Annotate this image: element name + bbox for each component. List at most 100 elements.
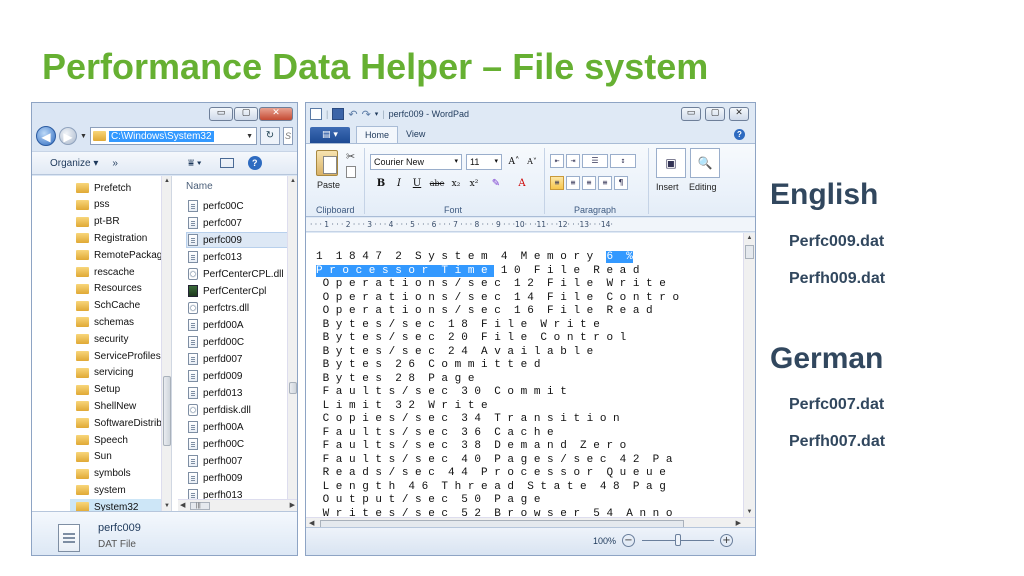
file-list-item[interactable]: perfh00A (188, 419, 297, 435)
scroll-left-icon[interactable]: ◀ (180, 501, 185, 509)
document-line[interactable]: F a u l t s / s e c 4 0 P a g e s / s e … (316, 454, 679, 468)
file-list-item[interactable]: perfd009 (188, 368, 297, 384)
ruler[interactable]: · · · 1 · · · 2 · · · 3 · · · 4 · · · 5 … (306, 218, 755, 232)
undo-icon[interactable]: ↶ (348, 108, 357, 121)
document-line[interactable]: B y t e s 2 8 P a g e (316, 373, 679, 387)
document-area[interactable]: 1 1 8 4 7 2 S y s t e m 4 M e m o r y 6 … (306, 233, 743, 517)
grow-font-button[interactable]: A˄ (506, 154, 522, 170)
document-line[interactable]: W r i t e s / s e c 5 2 B r o w s e r 5 … (316, 508, 679, 518)
forward-arrow-icon[interactable]: ▶ (59, 127, 77, 145)
document-line[interactable]: 1 1 8 4 7 2 S y s t e m 4 M e m o r y 6 … (316, 251, 679, 265)
document-line[interactable]: O u t p u t / s e c 5 0 P a g e (316, 494, 679, 508)
underline-button[interactable]: U (410, 176, 424, 192)
help-icon[interactable]: ? (247, 156, 262, 170)
sidebar-item-serviceprofiles[interactable]: ServiceProfiles (76, 348, 161, 364)
sidebar-item-pss[interactable]: pss (76, 197, 110, 213)
document-line[interactable]: R e a d s / s e c 4 4 P r o c e s s o r … (316, 467, 679, 481)
sidebar-item-servicing[interactable]: servicing (76, 365, 133, 381)
scroll-thumb[interactable] (745, 245, 754, 259)
document-line[interactable]: F a u l t s / s e c 3 8 D e m a n d Z e … (316, 440, 679, 454)
document-line[interactable]: O p e r a t i o n s / s e c 1 4 F i l e … (316, 292, 679, 306)
scroll-up-icon[interactable]: ▲ (162, 178, 171, 184)
document-line[interactable]: B y t e s / s e c 2 4 A v a i l a b l e (316, 346, 679, 360)
minimize-button[interactable]: ▭ (681, 107, 701, 121)
scroll-down-icon[interactable]: ▼ (744, 509, 755, 515)
close-button[interactable]: ✕ (729, 107, 749, 121)
sidebar-item-remotepackage[interactable]: RemotePackage (76, 247, 168, 263)
sidebar-item-registration[interactable]: Registration (76, 230, 147, 246)
zoom-out-button[interactable]: − (622, 534, 635, 547)
scroll-down-icon[interactable]: ▼ (162, 503, 171, 509)
scroll-up-icon[interactable]: ▲ (744, 235, 755, 241)
file-list-item[interactable]: perfh00C (188, 436, 297, 452)
maximize-button[interactable]: ▢ (234, 107, 258, 121)
shrink-font-button[interactable]: A˅ (524, 154, 540, 170)
strikethrough-button[interactable]: abe (428, 176, 446, 192)
document-text[interactable]: 1 1 8 4 7 2 S y s t e m 4 M e m o r y 6 … (316, 251, 679, 517)
paste-button[interactable]: Paste (317, 180, 340, 190)
application-menu-button[interactable]: ▤ ▾ (310, 127, 350, 143)
document-line[interactable]: P r o c e s s o r T i m e 1 0 F i l e R … (316, 264, 679, 279)
sidebar-item-setup[interactable]: Setup (76, 382, 120, 398)
decrease-indent-button[interactable]: ⇤ (550, 154, 564, 168)
scroll-thumb[interactable]: ||| (190, 502, 210, 510)
cut-icon[interactable]: ✂ (346, 150, 355, 163)
sidebar-item-security[interactable]: security (76, 331, 128, 347)
superscript-button[interactable]: x² (466, 176, 482, 192)
sidebar-item-shellnew[interactable]: ShellNew (76, 398, 136, 414)
refresh-icon[interactable]: ↻ (260, 127, 280, 145)
zoom-slider-thumb[interactable] (675, 534, 681, 546)
font-size-select[interactable]: 11 ▾ (466, 154, 502, 170)
font-color-button[interactable]: A (510, 176, 534, 192)
file-list-item[interactable]: perfh007 (188, 453, 297, 469)
zoom-in-button[interactable]: + (720, 534, 733, 547)
address-chevron-down-icon[interactable]: ▼ (246, 133, 253, 140)
scroll-thumb[interactable] (163, 376, 171, 446)
document-line[interactable]: B y t e s / s e c 2 0 F i l e C o n t r … (316, 332, 679, 346)
file-list-scrollbar[interactable]: ▲ ▼ (287, 176, 297, 511)
scroll-right-icon[interactable]: ▶ (290, 501, 295, 509)
editing-button[interactable]: Editing (689, 182, 717, 192)
save-icon[interactable] (332, 108, 345, 120)
document-line[interactable]: O p e r a t i o n s / s e c 1 2 F i l e … (316, 278, 679, 292)
sidebar-item-resources[interactable]: Resources (76, 281, 142, 297)
subscript-button[interactable]: x₂ (448, 176, 464, 192)
file-list-item[interactable]: perfc009 (186, 232, 296, 248)
document-vertical-scrollbar[interactable]: ▲ ▼ (743, 233, 755, 517)
line-spacing-button[interactable]: ↕ (610, 154, 636, 168)
scroll-right-icon[interactable]: ▶ (736, 519, 741, 527)
font-family-select[interactable]: Courier New ▾ (370, 154, 462, 170)
scroll-up-icon[interactable]: ▲ (288, 178, 297, 184)
search-input[interactable]: S (283, 127, 293, 145)
paragraph-button[interactable]: ¶ (614, 176, 628, 190)
sidebar-item-system[interactable]: system (76, 482, 126, 498)
bold-button[interactable]: B (374, 176, 388, 192)
highlight-color-button[interactable]: ✎ (486, 176, 506, 192)
file-list-item[interactable]: perfd00A (188, 317, 297, 333)
help-icon[interactable]: ? (734, 129, 745, 140)
sidebar-item-symbols[interactable]: symbols (76, 466, 131, 482)
file-list-item[interactable]: perfc00C (188, 198, 297, 214)
maximize-button[interactable]: ▢ (705, 107, 725, 121)
sidebar-item-pt-br[interactable]: pt-BR (76, 214, 120, 230)
file-list-item[interactable]: perfh009 (188, 470, 297, 486)
document-line[interactable]: L i m i t 3 2 W r i t e (316, 400, 679, 414)
navigation-scrollbar[interactable]: ▲ ▼ (161, 176, 171, 511)
sidebar-item-schcache[interactable]: SchCache (76, 298, 140, 314)
align-left-button[interactable]: ≡ (550, 176, 564, 190)
address-text[interactable]: C:\Windows\System32 (108, 130, 214, 142)
align-center-button[interactable]: ≡ (566, 176, 580, 190)
list-button[interactable]: ☰ (582, 154, 608, 168)
horizontal-scrollbar[interactable]: ◀ ||| ▶ (178, 499, 297, 511)
file-list-item[interactable]: perfd013 (188, 385, 297, 401)
file-list-item[interactable]: perfd00C (188, 334, 297, 350)
document-line[interactable]: B y t e s 2 6 C o m m i t t e d (316, 359, 679, 373)
insert-button[interactable]: Insert (656, 182, 679, 192)
quick-access-chevron-icon[interactable]: ▾ (375, 110, 379, 118)
justify-button[interactable]: ≡ (598, 176, 612, 190)
file-list-item[interactable]: perfctrs.dll (188, 300, 297, 316)
sidebar-item-rescache[interactable]: rescache (76, 264, 135, 280)
align-right-button[interactable]: ≡ (582, 176, 596, 190)
change-view-button[interactable]: ⩸ ▾ (188, 158, 202, 169)
file-list-item[interactable]: perfdisk.dll (188, 402, 297, 418)
